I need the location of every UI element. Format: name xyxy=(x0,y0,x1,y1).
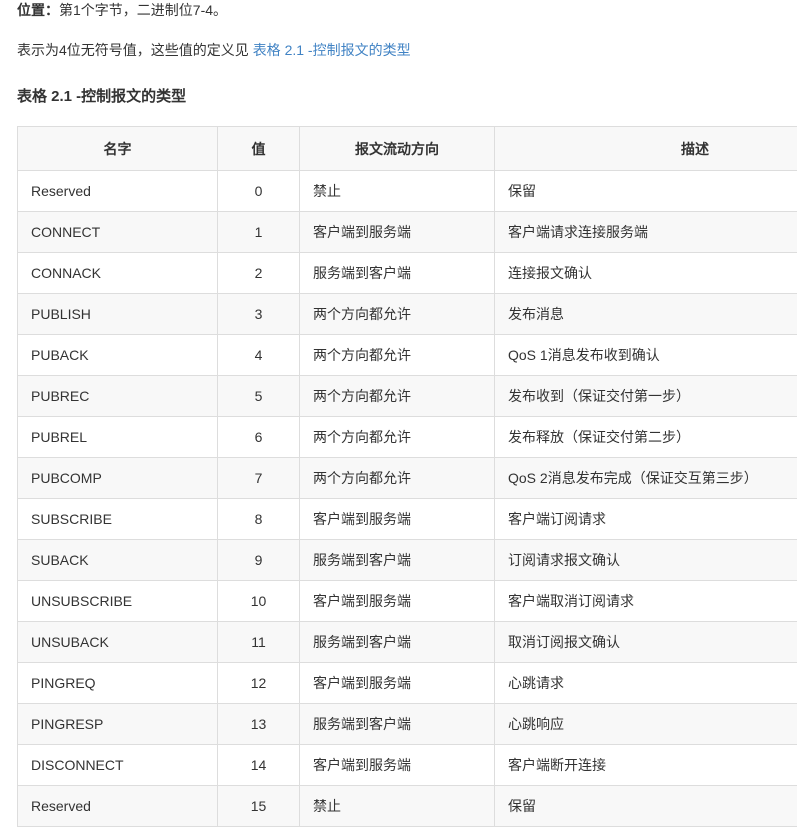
cell-direction: 客户端到服务端 xyxy=(300,745,495,786)
position-label: 位置： xyxy=(17,2,59,18)
cell-direction: 两个方向都允许 xyxy=(300,458,495,499)
cell-direction: 两个方向都允许 xyxy=(300,294,495,335)
cell-description: 发布释放（保证交付第二步） xyxy=(495,417,797,458)
table-row: DISCONNECT14客户端到服务端客户端断开连接 xyxy=(18,745,797,786)
cell-name: UNSUBSCRIBE xyxy=(18,581,218,622)
cell-description: 心跳请求 xyxy=(495,663,797,704)
table-header-row: 名字 值 报文流动方向 描述 xyxy=(18,127,797,171)
cell-description: 保留 xyxy=(495,171,797,212)
cell-direction: 客户端到服务端 xyxy=(300,499,495,540)
cell-value: 2 xyxy=(218,253,300,294)
cell-description: 保留 xyxy=(495,786,797,827)
table-row: PUBCOMP7两个方向都允许QoS 2消息发布完成（保证交互第三步） xyxy=(18,458,797,499)
column-header-value: 值 xyxy=(218,127,300,171)
cell-direction: 禁止 xyxy=(300,786,495,827)
cell-name: CONNECT xyxy=(18,212,218,253)
cell-value: 6 xyxy=(218,417,300,458)
cell-direction: 服务端到客户端 xyxy=(300,540,495,581)
cell-direction: 禁止 xyxy=(300,171,495,212)
cell-description: 客户端请求连接服务端 xyxy=(495,212,797,253)
cell-direction: 客户端到服务端 xyxy=(300,663,495,704)
cell-description: 客户端取消订阅请求 xyxy=(495,581,797,622)
control-packet-type-table: 名字 值 报文流动方向 描述 Reserved0禁止保留CONNECT1客户端到… xyxy=(17,126,797,827)
column-header-name: 名字 xyxy=(18,127,218,171)
cell-value: 1 xyxy=(218,212,300,253)
column-header-description: 描述 xyxy=(495,127,797,171)
cell-name: PUBREL xyxy=(18,417,218,458)
cell-direction: 两个方向都允许 xyxy=(300,376,495,417)
position-value-text: 第1个字节，二进制位7-4。 xyxy=(59,2,227,18)
cell-value: 5 xyxy=(218,376,300,417)
cell-direction: 两个方向都允许 xyxy=(300,335,495,376)
table-row: Reserved0禁止保留 xyxy=(18,171,797,212)
cell-description: 发布消息 xyxy=(495,294,797,335)
position-paragraph: 位置：第1个字节，二进制位7-4。 xyxy=(0,0,797,22)
table-row: PUBLISH3两个方向都允许发布消息 xyxy=(18,294,797,335)
cell-name: PINGRESP xyxy=(18,704,218,745)
cell-value: 7 xyxy=(218,458,300,499)
column-header-direction: 报文流动方向 xyxy=(300,127,495,171)
table-row: CONNECT1客户端到服务端客户端请求连接服务端 xyxy=(18,212,797,253)
table-row: SUBSCRIBE8客户端到服务端客户端订阅请求 xyxy=(18,499,797,540)
cell-value: 14 xyxy=(218,745,300,786)
table-row: Reserved15禁止保留 xyxy=(18,786,797,827)
table-row: UNSUBACK11服务端到客户端取消订阅报文确认 xyxy=(18,622,797,663)
table-body: Reserved0禁止保留CONNECT1客户端到服务端客户端请求连接服务端CO… xyxy=(18,171,797,827)
cell-value: 4 xyxy=(218,335,300,376)
cell-value: 10 xyxy=(218,581,300,622)
cell-description: 取消订阅报文确认 xyxy=(495,622,797,663)
control-packet-type-table-container: 名字 值 报文流动方向 描述 Reserved0禁止保留CONNECT1客户端到… xyxy=(0,108,797,827)
table-row: PUBACK4两个方向都允许QoS 1消息发布收到确认 xyxy=(18,335,797,376)
cell-direction: 服务端到客户端 xyxy=(300,622,495,663)
table-row: CONNACK2服务端到客户端连接报文确认 xyxy=(18,253,797,294)
cell-direction: 服务端到客户端 xyxy=(300,704,495,745)
cell-name: PUBLISH xyxy=(18,294,218,335)
cell-value: 0 xyxy=(218,171,300,212)
cell-direction: 客户端到服务端 xyxy=(300,212,495,253)
table-row: PINGREQ12客户端到服务端心跳请求 xyxy=(18,663,797,704)
cell-value: 11 xyxy=(218,622,300,663)
cell-name: CONNACK xyxy=(18,253,218,294)
table-reference-link[interactable]: 表格 2.1 -控制报文的类型 xyxy=(253,42,411,58)
description-text: 表示为4位无符号值，这些值的定义见 xyxy=(17,42,253,58)
table-head: 名字 值 报文流动方向 描述 xyxy=(18,127,797,171)
cell-description: 发布收到（保证交付第一步） xyxy=(495,376,797,417)
cell-name: Reserved xyxy=(18,171,218,212)
cell-value: 13 xyxy=(218,704,300,745)
table-row: PINGRESP13服务端到客户端心跳响应 xyxy=(18,704,797,745)
page-title: 表格 2.1 -控制报文的类型 xyxy=(0,66,797,108)
cell-name: Reserved xyxy=(18,786,218,827)
cell-description: QoS 2消息发布完成（保证交互第三步） xyxy=(495,458,797,499)
cell-name: PUBACK xyxy=(18,335,218,376)
description-paragraph: 表示为4位无符号值，这些值的定义见 表格 2.1 -控制报文的类型 xyxy=(0,22,797,66)
document-page: 位置：第1个字节，二进制位7-4。 表示为4位无符号值，这些值的定义见 表格 2… xyxy=(0,0,797,827)
cell-value: 15 xyxy=(218,786,300,827)
cell-description: 心跳响应 xyxy=(495,704,797,745)
cell-description: 客户端订阅请求 xyxy=(495,499,797,540)
cell-name: SUBACK xyxy=(18,540,218,581)
cell-value: 12 xyxy=(218,663,300,704)
cell-description: QoS 1消息发布收到确认 xyxy=(495,335,797,376)
cell-name: DISCONNECT xyxy=(18,745,218,786)
cell-name: PINGREQ xyxy=(18,663,218,704)
cell-description: 订阅请求报文确认 xyxy=(495,540,797,581)
cell-direction: 客户端到服务端 xyxy=(300,581,495,622)
table-row: PUBREL6两个方向都允许发布释放（保证交付第二步） xyxy=(18,417,797,458)
cell-description: 连接报文确认 xyxy=(495,253,797,294)
cell-value: 3 xyxy=(218,294,300,335)
table-row: SUBACK9服务端到客户端订阅请求报文确认 xyxy=(18,540,797,581)
table-row: PUBREC5两个方向都允许发布收到（保证交付第一步） xyxy=(18,376,797,417)
cell-name: PUBCOMP xyxy=(18,458,218,499)
cell-value: 8 xyxy=(218,499,300,540)
cell-name: PUBREC xyxy=(18,376,218,417)
cell-direction: 服务端到客户端 xyxy=(300,253,495,294)
cell-name: UNSUBACK xyxy=(18,622,218,663)
cell-value: 9 xyxy=(218,540,300,581)
cell-name: SUBSCRIBE xyxy=(18,499,218,540)
cell-description: 客户端断开连接 xyxy=(495,745,797,786)
cell-direction: 两个方向都允许 xyxy=(300,417,495,458)
table-row: UNSUBSCRIBE10客户端到服务端客户端取消订阅请求 xyxy=(18,581,797,622)
